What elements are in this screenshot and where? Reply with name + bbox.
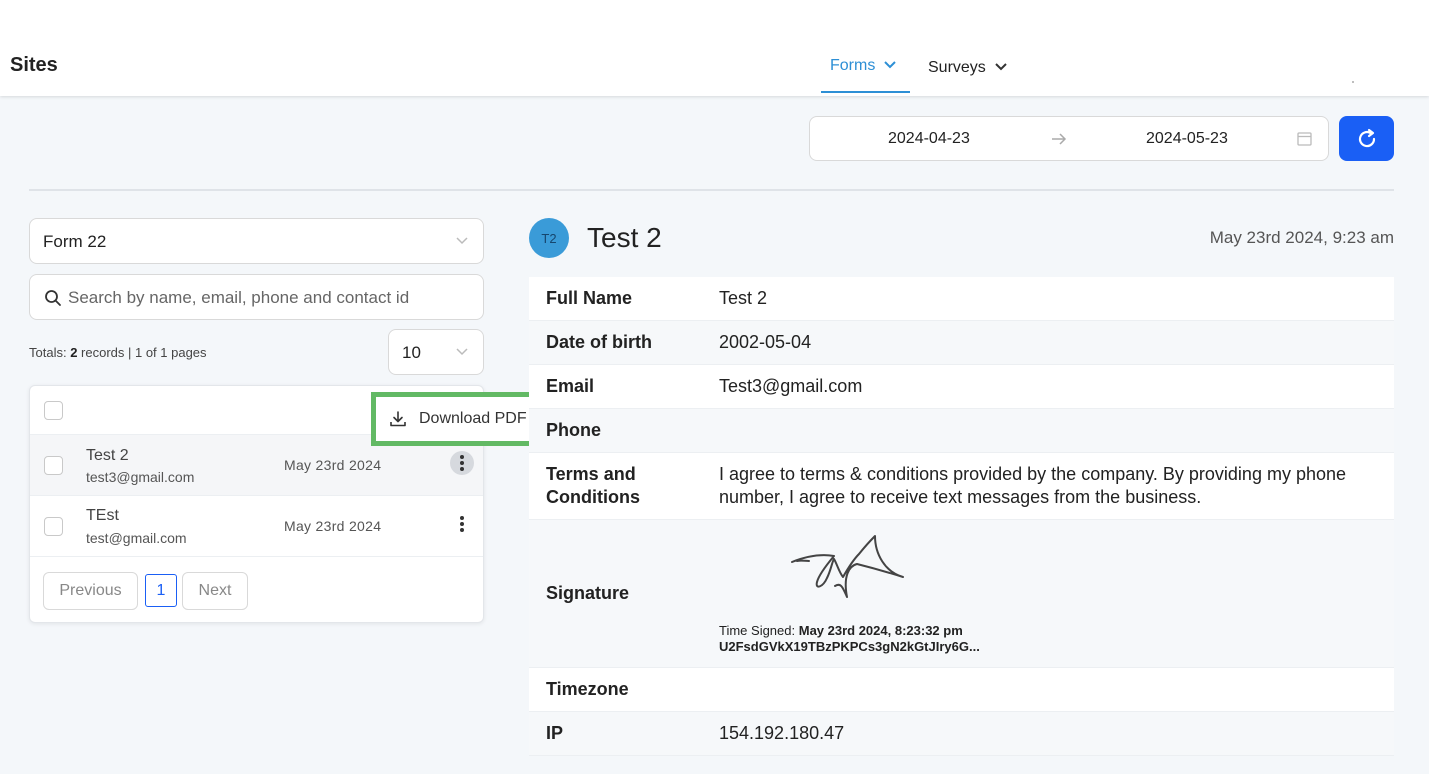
app-title: Sites (10, 54, 58, 76)
date-range-picker[interactable]: 2024-04-23 2024-05-23 (809, 116, 1329, 161)
detail-title: Test 2 (587, 222, 662, 253)
page-1-button[interactable]: 1 (145, 574, 177, 607)
select-all-checkbox[interactable] (44, 401, 63, 420)
next-button[interactable]: Next (182, 572, 248, 610)
field-value: I agree to terms & conditions provided b… (719, 464, 1347, 507)
field-label: Phone (546, 420, 602, 440)
field-row-phone: Phone (529, 409, 1394, 453)
search-icon (45, 290, 61, 306)
start-date[interactable]: 2024-04-23 (888, 130, 970, 148)
detail-timestamp: May 23rd 2024, 9:23 am (1209, 228, 1394, 247)
field-value: 154.192.180.47 (719, 723, 845, 743)
form-select[interactable]: Form 22 (29, 218, 484, 264)
record-date: May 23rd 2024 (284, 518, 382, 534)
record-date: May 23rd 2024 (284, 457, 382, 473)
row-checkbox[interactable] (44, 456, 63, 475)
search-input[interactable] (68, 285, 453, 311)
field-value: Test 2 (719, 288, 768, 308)
totals-text: Totals: 2 records | 1 of 1 pages (29, 345, 207, 360)
field-label: Email (546, 376, 595, 396)
signature-meta: Time Signed: May 23rd 2024, 8:23:32 pm U… (719, 623, 980, 655)
form-select-value: Form 22 (43, 232, 107, 251)
field-label: Timezone (546, 679, 629, 699)
row-checkbox[interactable] (44, 517, 63, 536)
chevron-down-icon (456, 348, 468, 356)
download-pdf-label: Download PDF (419, 410, 527, 427)
avatar: T2 (529, 218, 569, 258)
tab-surveys[interactable]: Surveys (928, 59, 1008, 95)
field-row-timezone: Timezone (529, 668, 1394, 712)
decorative-dot (1352, 81, 1354, 83)
tab-forms[interactable]: Forms (821, 57, 910, 93)
previous-button[interactable]: Previous (43, 572, 138, 610)
field-label: Full Name (546, 288, 633, 308)
page-size-value: 10 (402, 343, 421, 362)
download-icon (390, 411, 406, 427)
chevron-down-icon (456, 237, 468, 245)
field-label: Terms and Conditions (546, 464, 640, 507)
row-menu-button[interactable] (450, 512, 474, 536)
row-menu-button[interactable] (450, 451, 474, 475)
signature-hash: U2FsdGVkX19TBzPKPCs3gN2kGtJIry6G... (719, 639, 980, 654)
download-pdf-menu-item[interactable]: Download PDF (371, 392, 548, 446)
field-value: 2002-05-04 (719, 332, 812, 352)
divider (29, 189, 1394, 191)
search-box[interactable] (29, 274, 484, 320)
more-vertical-icon (460, 455, 464, 471)
record-email: test3@gmail.com (86, 469, 195, 485)
chevron-down-icon (884, 61, 897, 69)
list-divider (30, 556, 483, 557)
record-email: test@gmail.com (86, 530, 187, 546)
field-label: IP (546, 723, 564, 743)
calendar-icon (1297, 132, 1312, 146)
field-row-signature: Signature Time Signed: May 23rd 2024, 8:… (529, 520, 1394, 668)
list-item[interactable]: TEst test@gmail.com May 23rd 2024 (30, 495, 483, 556)
tab-surveys-label: Surveys (928, 59, 986, 76)
time-signed-label: Time Signed: (719, 623, 799, 638)
more-vertical-icon (460, 516, 464, 532)
arrow-right-icon (1052, 133, 1067, 145)
field-row-email: Email Test3@gmail.com (529, 365, 1394, 409)
detail-table: Full Name Test 2 Date of birth 2002-05-0… (529, 277, 1394, 756)
field-row-ip: IP 154.192.180.47 (529, 712, 1394, 756)
field-row-full-name: Full Name Test 2 (529, 277, 1394, 321)
refresh-icon (1358, 128, 1375, 147)
field-row-dob: Date of birth 2002-05-04 (529, 321, 1394, 365)
chevron-down-icon (995, 63, 1007, 71)
field-label: Date of birth (546, 332, 652, 352)
tab-forms-label: Forms (830, 57, 876, 74)
record-name: Test 2 (86, 447, 129, 464)
time-signed-value: May 23rd 2024, 8:23:32 pm (798, 623, 963, 638)
refresh-button[interactable] (1339, 116, 1394, 161)
signature-image (791, 535, 904, 598)
field-label: Signature (546, 583, 630, 603)
end-date[interactable]: 2024-05-23 (1146, 130, 1228, 148)
page-size-select[interactable]: 10 (388, 329, 484, 375)
field-row-terms: Terms and Conditions I agree to terms & … (529, 453, 1394, 520)
top-bar: Sites Forms Surveys (0, 0, 1429, 96)
field-value: Test3@gmail.com (719, 376, 863, 396)
record-name: TEst (86, 507, 119, 524)
